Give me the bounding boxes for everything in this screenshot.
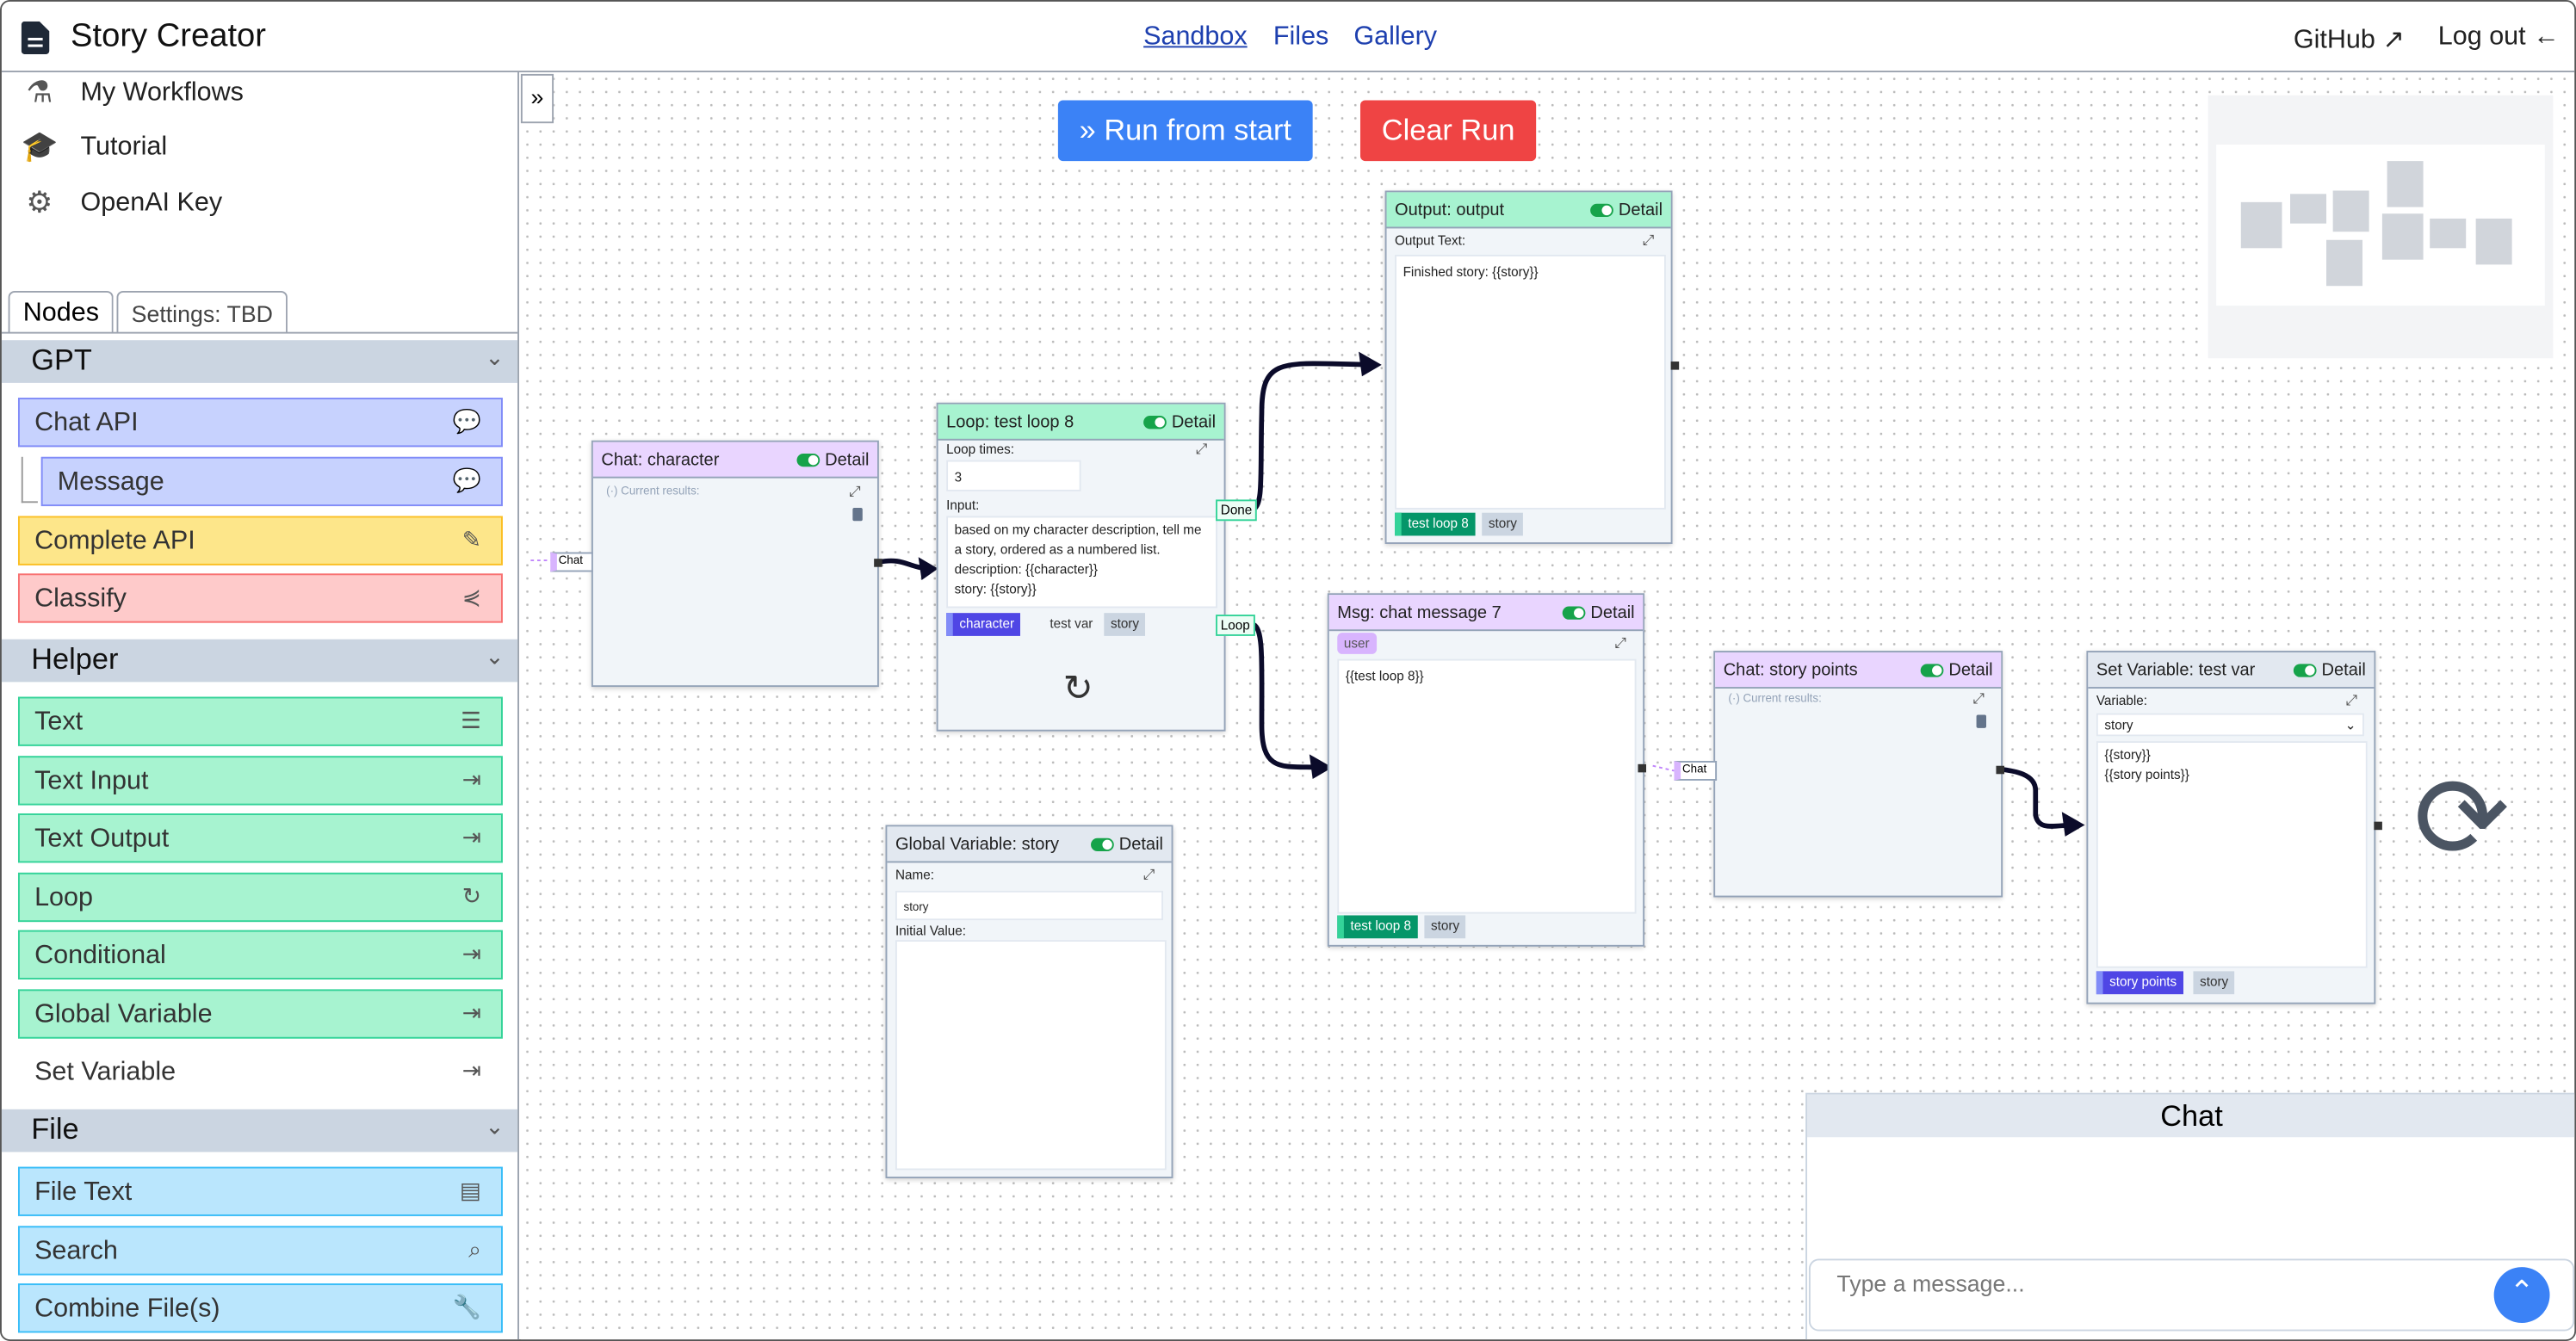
detail-label: Detail — [1590, 603, 1635, 623]
detail-label: Detail — [825, 450, 870, 471]
chevron-up-icon: ⌃ — [2509, 1275, 2535, 1308]
expand-icon[interactable]: ⤢ — [1143, 866, 1155, 884]
detail-toggle[interactable] — [1590, 203, 1614, 218]
edge-loop-output — [1252, 361, 1376, 512]
loop-input-textarea[interactable]: based on my character description, tell … — [946, 516, 1217, 609]
chat-panel: Chat Type a message... ⌃ — [1805, 1092, 2575, 1340]
role-badge[interactable]: user — [1337, 633, 1377, 654]
variable-chip[interactable]: story — [1104, 613, 1146, 636]
output-handle[interactable] — [1670, 362, 1680, 370]
variable-chip[interactable]: test var — [1043, 613, 1099, 636]
output-textarea[interactable]: Finished story: {{story}} — [1395, 254, 1666, 510]
variable-chip[interactable]: test loop 8 — [1395, 512, 1476, 536]
clipboard-icon[interactable] — [1976, 714, 1987, 728]
loop-times-label: Loop times: — [946, 442, 1015, 457]
chevron-down-icon: ⌄ — [2344, 718, 2356, 733]
loop-handle-tag: Loop — [1216, 615, 1255, 636]
node-title: Chat: story points — [1723, 660, 1858, 681]
detail-label: Detail — [2321, 660, 2366, 681]
initial-value-label: Initial Value: — [895, 924, 967, 939]
detail-toggle[interactable] — [1143, 416, 1167, 429]
send-button[interactable]: ⌃ — [2493, 1267, 2550, 1323]
detail-label: Detail — [1948, 660, 1993, 681]
variable-chip[interactable]: test loop 8 — [1337, 915, 1418, 939]
node-title: Chat: character — [601, 450, 720, 471]
node-set-variable-test-var[interactable]: Set Variable: test var Detail Variable: ⤢… — [2086, 651, 2376, 1004]
detail-toggle[interactable] — [796, 453, 820, 467]
detail-label: Detail — [1618, 200, 1663, 220]
current-results-label: (·) Current results: — [606, 486, 700, 498]
detail-label: Detail — [1118, 834, 1164, 855]
detail-toggle[interactable] — [2294, 664, 2317, 677]
name-input[interactable]: story — [895, 890, 1164, 921]
node-title: Set Variable: test var — [2096, 660, 2256, 681]
output-handle[interactable] — [2374, 821, 2382, 831]
expand-icon[interactable]: ⤢ — [1643, 232, 1655, 250]
refresh-icon: ↻ — [1062, 667, 1093, 708]
expand-icon[interactable]: ⤢ — [2346, 692, 2358, 710]
done-handle-tag: Done — [1216, 499, 1258, 522]
output-text-label: Output Text: — [1395, 233, 1466, 249]
chat-panel-title: Chat — [1807, 1094, 2575, 1138]
chat-input-tag: Chat — [550, 552, 593, 572]
detail-toggle[interactable] — [1920, 664, 1944, 677]
expand-icon[interactable]: ⤢ — [1614, 634, 1626, 652]
expand-icon[interactable]: ⤢ — [1196, 441, 1208, 459]
variable-chip[interactable]: story — [1482, 512, 1524, 536]
node-loop-test-loop-8[interactable]: Loop: test loop 8 Detail Loop times: ⤢ 3 … — [936, 402, 1226, 732]
detail-toggle[interactable] — [1091, 837, 1115, 852]
output-handle[interactable] — [1996, 765, 2005, 775]
variable-chip[interactable]: character — [946, 613, 1021, 636]
node-title: Global Variable: story — [895, 834, 1060, 855]
node-global-variable-story[interactable]: Global Variable: story Detail Name: ⤢ sto… — [885, 825, 1173, 1178]
variable-chip[interactable]: story — [1424, 915, 1466, 939]
variable-label: Variable: — [2096, 693, 2147, 708]
current-results-label: (·) Current results: — [1728, 693, 1822, 706]
node-output[interactable]: Output: output Detail Output Text: ⤢ Fini… — [1384, 190, 1673, 544]
output-handle[interactable] — [1638, 763, 1647, 773]
chat-message-input[interactable]: Type a message... — [1808, 1258, 2575, 1332]
value-textarea[interactable]: {{story}} {{story points}} — [2096, 741, 2368, 968]
expand-icon[interactable]: ⤢ — [1972, 690, 1985, 708]
output-handle[interactable] — [874, 559, 882, 567]
node-title: Loop: test loop 8 — [946, 412, 1074, 433]
node-title: Msg: chat message 7 — [1337, 603, 1502, 623]
node-msg-chat-message-7[interactable]: Msg: chat message 7 Detail user ⤢ {{test … — [1327, 593, 1645, 947]
detail-label: Detail — [1171, 412, 1217, 433]
input-label: Input: — [946, 497, 980, 513]
edge-loop-msg — [1252, 621, 1323, 770]
clipboard-icon[interactable] — [852, 507, 863, 522]
variable-chip[interactable]: story points — [2096, 971, 2183, 995]
loop-running-icon: ⟳ — [2413, 754, 2511, 883]
variable-select[interactable]: story ⌄ — [2096, 713, 2364, 737]
chat-input-tag: Chat — [1674, 761, 1718, 781]
variable-value: story — [2104, 718, 2133, 733]
detail-toggle[interactable] — [1562, 606, 1586, 620]
expand-icon[interactable]: ⤢ — [849, 483, 861, 501]
node-chat-story-points[interactable]: Chat: story points Detail (·) Current res… — [1713, 651, 2003, 898]
name-label: Name: — [895, 868, 934, 883]
node-chat-character[interactable]: Chat: character Detail (·) Current result… — [591, 440, 879, 688]
edge-pending-chat-2 — [1652, 764, 1675, 772]
initial-value-textarea[interactable] — [895, 940, 1167, 1171]
loop-times-input[interactable]: 3 — [946, 460, 1081, 491]
variable-chip[interactable]: story — [2193, 971, 2235, 995]
node-title: Output: output — [1395, 200, 1505, 220]
message-textarea[interactable]: {{test loop 8}} — [1337, 658, 1637, 914]
